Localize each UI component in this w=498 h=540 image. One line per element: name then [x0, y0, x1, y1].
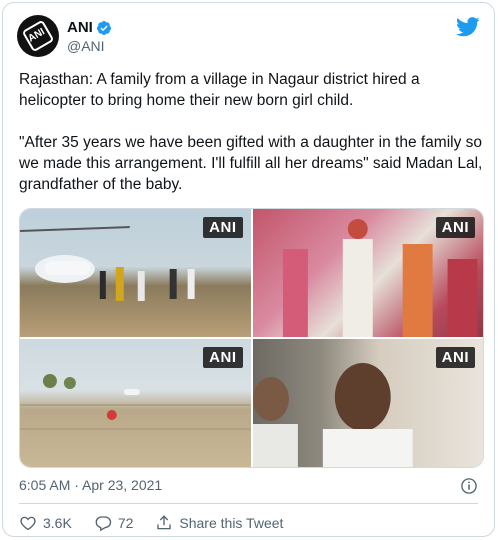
photo-family-celebration[interactable]: ANI: [252, 209, 483, 337]
ani-watermark-badge: ANI: [435, 347, 475, 368]
info-icon[interactable]: [460, 477, 478, 495]
reply-count: 72: [117, 515, 134, 531]
twitter-logo-icon[interactable]: [456, 17, 480, 37]
display-name[interactable]: ANI: [67, 19, 93, 36]
user-handle[interactable]: @ANI: [67, 38, 105, 54]
photo-grandfather[interactable]: ANI: [252, 339, 483, 467]
share-button[interactable]: Share this Tweet: [155, 514, 283, 532]
avatar[interactable]: ANI: [17, 15, 59, 57]
share-label: Share this Tweet: [179, 515, 284, 531]
name-row: ANI: [67, 19, 112, 36]
verified-badge-icon: [96, 20, 111, 35]
tweet-timestamp[interactable]: 6:05 AM · Apr 23, 2021: [19, 477, 162, 493]
like-button[interactable]: 3.6K: [19, 514, 72, 532]
tweet-text: Rajasthan: A family from a village in Na…: [19, 71, 483, 193]
tweet-card[interactable]: ANI ANI @ANI Rajasthan: A family from a …: [2, 2, 495, 537]
photo-helicopter-family[interactable]: ANI: [20, 209, 251, 337]
ani-watermark-badge: ANI: [203, 347, 243, 368]
heart-icon: [20, 516, 36, 531]
tweet-header: ANI ANI @ANI: [17, 15, 480, 59]
reply-icon: [95, 516, 111, 532]
share-icon: [157, 515, 172, 530]
ani-watermark-badge: ANI: [203, 217, 243, 238]
ani-watermark-badge: ANI: [435, 217, 475, 238]
divider: [19, 503, 478, 504]
photo-helicopter-field[interactable]: ANI: [20, 339, 251, 467]
timestamp-row: 6:05 AM · Apr 23, 2021: [19, 477, 478, 497]
media-grid: ANI ANI ANI ANI: [19, 208, 484, 468]
tweet-actions: 3.6K 72 Share this Tweet: [19, 513, 478, 533]
reply-button[interactable]: 72: [94, 514, 134, 532]
like-count: 3.6K: [43, 515, 72, 531]
